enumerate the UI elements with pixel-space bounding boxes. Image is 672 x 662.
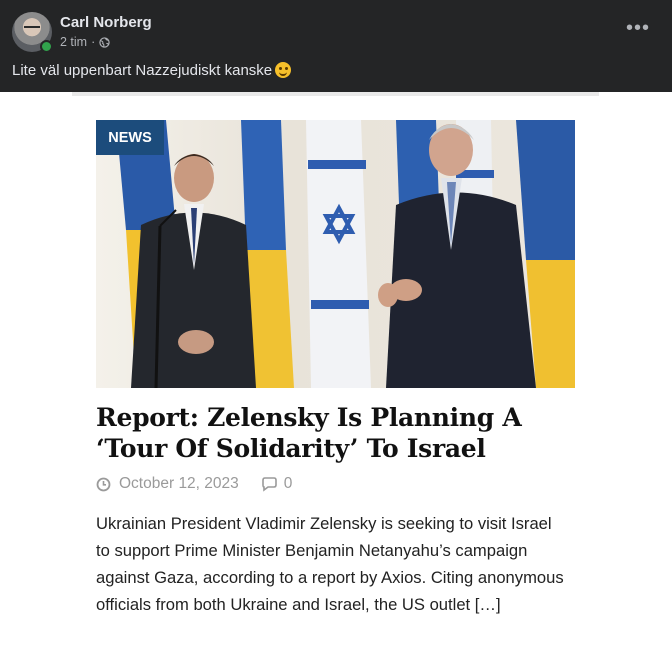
author-name[interactable]: Carl Norberg bbox=[60, 14, 152, 31]
comment-count[interactable]: 0 bbox=[261, 475, 293, 493]
article-byline: October 12, 2023 0 bbox=[96, 475, 292, 493]
more-options-icon[interactable]: ••• bbox=[626, 18, 650, 38]
smirk-emoji-icon bbox=[275, 62, 292, 78]
post-time[interactable]: 2 tim bbox=[60, 35, 87, 49]
caption-text: Lite väl uppenbart Nazzejudiskt kanske bbox=[12, 62, 273, 79]
article-date: October 12, 2023 bbox=[119, 475, 239, 492]
post-caption: Lite väl uppenbart Nazzejudiskt kanske bbox=[12, 62, 292, 79]
post-header: Carl Norberg 2 tim · ••• Lite väl uppenb… bbox=[0, 0, 672, 92]
post-meta: 2 tim · bbox=[60, 35, 110, 49]
article-top-border bbox=[72, 92, 599, 96]
article-image[interactable]: NEWS bbox=[96, 120, 575, 388]
article-photo bbox=[116, 120, 575, 388]
globe-icon[interactable] bbox=[99, 36, 110, 48]
shared-article[interactable]: NEWS Report: Zelensky Is Planning A ‘Tou… bbox=[0, 92, 672, 662]
online-status-indicator bbox=[40, 40, 53, 53]
clock-icon bbox=[96, 477, 111, 491]
news-badge[interactable]: NEWS bbox=[96, 120, 164, 155]
meta-separator: · bbox=[91, 35, 96, 49]
article-headline[interactable]: Report: Zelensky Is Planning A ‘Tour Of … bbox=[96, 402, 596, 464]
comment-count-value: 0 bbox=[283, 475, 293, 492]
comment-icon bbox=[261, 476, 277, 492]
article-excerpt: Ukrainian President Vladimir Zelensky is… bbox=[96, 514, 564, 614]
